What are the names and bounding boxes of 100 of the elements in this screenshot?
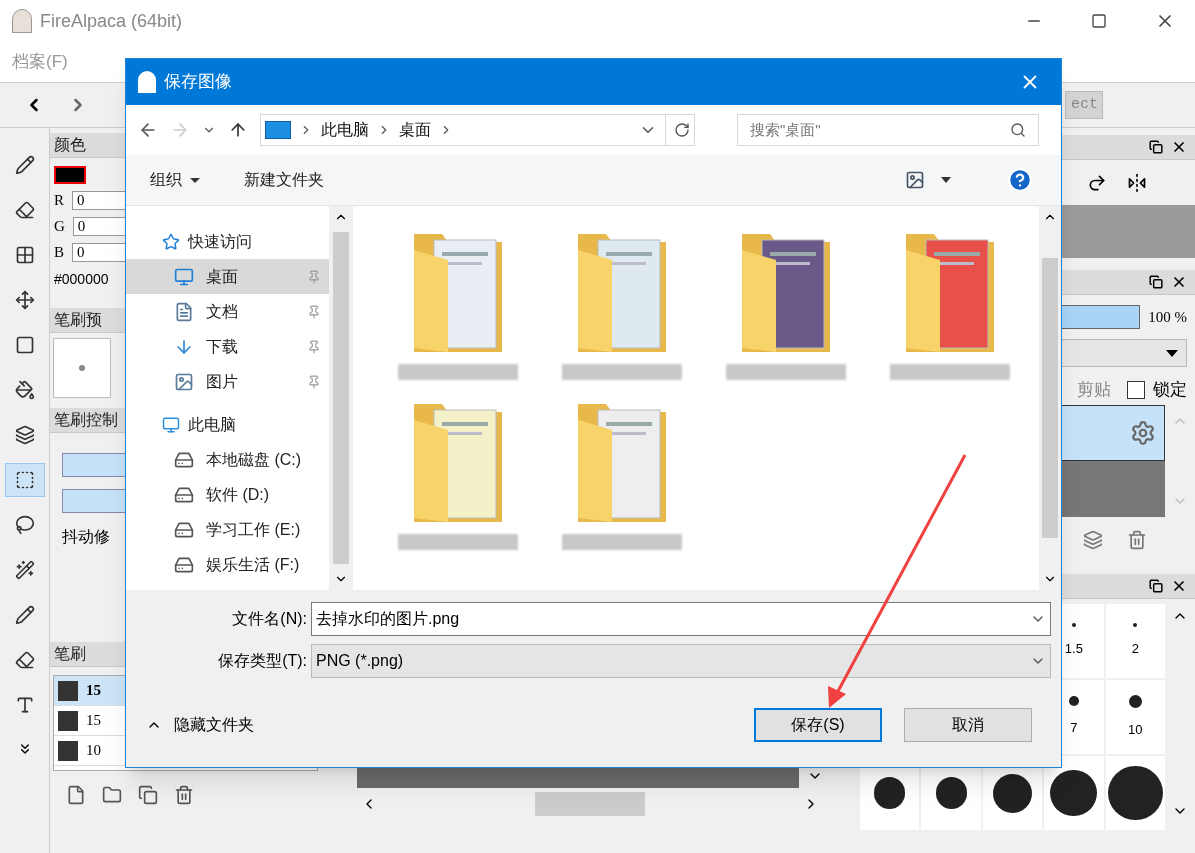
search-placeholder: 搜索"桌面": [750, 119, 821, 140]
dialog-button[interactable]: 取消: [904, 708, 1032, 742]
brush-size: 15: [86, 711, 101, 731]
brush-swatch-icon: [58, 740, 78, 761]
file-name-value: 去掉水印的图片.png: [316, 609, 460, 629]
trash-icon[interactable]: [1127, 529, 1147, 550]
monitor-icon: [174, 266, 194, 287]
file-type-dropdown[interactable]: PNG (*.png): [311, 644, 1051, 678]
nav-item[interactable]: 下载: [126, 329, 329, 364]
brush-swatch-icon: [58, 710, 78, 731]
breadcrumb-item[interactable]: 桌面: [399, 118, 431, 142]
brush-size-cell[interactable]: [1044, 756, 1104, 830]
close-icon[interactable]: [1171, 139, 1187, 155]
brush-swatch-icon: [58, 680, 78, 701]
brush-size: 15: [86, 681, 101, 701]
nav-item[interactable]: 本地磁盘 (C:): [126, 442, 329, 477]
brush-size-label: 10: [1128, 720, 1143, 739]
clipping-label: 剪贴: [1077, 379, 1111, 401]
redo-icon[interactable]: [1087, 172, 1107, 193]
brush-size-cell[interactable]: 10: [1105, 680, 1165, 754]
dialog-button[interactable]: 保存(S): [754, 708, 882, 742]
panel-title: 笔刷预: [54, 310, 102, 330]
brush-size-label: 7: [1070, 719, 1078, 738]
lock-checkbox[interactable]: [1127, 380, 1145, 399]
caret-icon[interactable]: [941, 177, 951, 183]
view-icon[interactable]: [905, 170, 925, 190]
nav-item-label: 软件 (D:): [206, 484, 270, 505]
opacity-reading: 100 %: [1148, 307, 1187, 327]
restore-icon[interactable]: [1149, 579, 1163, 593]
computer-icon: [162, 415, 180, 434]
folder-icon[interactable]: [102, 785, 122, 805]
nav-group-label: 快速访问: [188, 231, 252, 252]
caret-icon: [190, 177, 200, 183]
brush-size: 10: [86, 741, 101, 761]
brush-size-cell[interactable]: [1105, 756, 1165, 830]
scroll-thumb[interactable]: [333, 232, 349, 564]
channel-label: G: [54, 217, 65, 237]
nav-item-label: 娱乐生活 (F:): [206, 554, 300, 575]
merge-layer-icon[interactable]: [1083, 529, 1103, 550]
scroll-thumb[interactable]: [1042, 258, 1058, 538]
panel-title: 笔刷: [54, 644, 86, 664]
hex-value: #000000: [54, 270, 109, 289]
channel-label: B: [54, 243, 64, 263]
vertical-scrollbar[interactable]: [329, 206, 353, 590]
nav-group-label: 此电脑: [188, 414, 236, 435]
nav-item[interactable]: 软件 (D:): [126, 477, 329, 512]
nav-item-label: 桌面: [206, 266, 238, 287]
nav-item[interactable]: 学习工作 (E:): [126, 512, 329, 547]
nav-item[interactable]: 图片: [126, 364, 329, 399]
dialog-title: 保存图像: [164, 71, 232, 94]
nav-item[interactable]: 文档: [126, 294, 329, 329]
vertical-scrollbar[interactable]: [1039, 206, 1061, 590]
monitor-icon: [265, 121, 291, 139]
close-icon[interactable]: [1171, 578, 1187, 594]
refresh-icon[interactable]: [674, 122, 690, 138]
trash-icon[interactable]: [174, 785, 194, 805]
copy-icon[interactable]: [138, 785, 158, 805]
help-icon[interactable]: [1007, 167, 1033, 193]
breadcrumb-item[interactable]: 此电脑: [321, 118, 369, 142]
document-icon: [174, 301, 194, 322]
stabilizer-label: 抖动修: [62, 527, 110, 547]
close-icon[interactable]: [1171, 274, 1187, 290]
window-title: FireAlpaca (64bit): [40, 9, 183, 33]
new-file-icon[interactable]: [66, 785, 86, 805]
lock-label: 锁定: [1153, 379, 1187, 401]
nav-item-label: 下载: [206, 336, 238, 357]
alpaca-logo-icon: [12, 9, 32, 33]
nav-item-label: 本地磁盘 (C:): [206, 449, 302, 470]
address-bar[interactable]: 此电脑 桌面: [260, 114, 695, 146]
file-name-field[interactable]: 去掉水印的图片.png: [311, 602, 1051, 636]
brush-size-label: 2: [1131, 640, 1139, 659]
brush-size-label: 1.5: [1064, 640, 1083, 659]
restore-icon[interactable]: [1149, 140, 1163, 154]
nav-group[interactable]: 快速访问: [126, 224, 329, 259]
picture-icon: [174, 371, 194, 392]
nav-item[interactable]: 娱乐生活 (F:): [126, 547, 329, 582]
nav-item[interactable]: 桌面: [126, 259, 329, 294]
flip-icon[interactable]: [1127, 172, 1147, 193]
hide-folders-toggle[interactable]: 隐藏文件夹: [146, 713, 254, 737]
panel-title: 笔刷控制: [54, 410, 118, 430]
dashed-square-icon[interactable]: [4, 463, 45, 497]
dropdown-arrow-icon: [1166, 349, 1178, 357]
nav-item-label: 文档: [206, 301, 238, 322]
file-type-value: PNG (*.png): [316, 651, 404, 671]
search-field[interactable]: 搜索"桌面": [737, 114, 1039, 146]
file-type-label: 保存类型(T):: [217, 651, 308, 671]
new-folder-button[interactable]: 新建文件夹: [244, 168, 324, 192]
maximize-icon[interactable]: [1091, 13, 1107, 29]
scroll-thumb[interactable]: [535, 792, 645, 816]
color-swatch[interactable]: [54, 166, 86, 184]
gear-icon[interactable]: [1130, 420, 1156, 446]
nav-group[interactable]: 此电脑: [126, 407, 329, 442]
restore-icon[interactable]: [1149, 275, 1163, 289]
brush-size-cell[interactable]: 2: [1105, 604, 1165, 678]
file-name-label: 文件名(N):: [231, 609, 308, 629]
panel-title: 颜色: [54, 135, 86, 155]
alpaca-logo-icon: [138, 71, 156, 93]
organize-menu[interactable]: 组织: [150, 168, 200, 192]
star-icon: [162, 232, 180, 251]
search-icon: [1010, 122, 1026, 138]
